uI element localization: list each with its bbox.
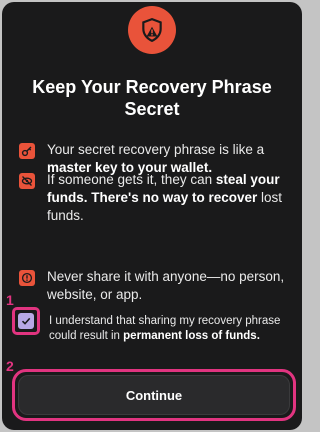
warning-item-steal-funds: If someone gets it, they can steal your … — [19, 171, 289, 225]
key-icon — [19, 143, 35, 159]
modal-title: Keep Your Recovery Phrase Secret — [32, 77, 272, 119]
continue-button-highlight: Continue — [12, 369, 296, 421]
acknowledge-label[interactable]: I understand that sharing my recovery ph… — [49, 314, 289, 343]
acknowledge-checkbox-highlight — [12, 307, 40, 335]
warning-item-never-share: Never share it with anyone—no person, we… — [19, 268, 289, 304]
eye-off-icon — [19, 173, 35, 189]
recovery-phrase-modal: Keep Your Recovery Phrase Secret Your se… — [2, 2, 302, 430]
continue-button[interactable]: Continue — [18, 375, 290, 415]
acknowledge-checkbox[interactable] — [18, 313, 34, 329]
shield-warning-icon — [128, 6, 176, 54]
warning-text: Never share it with anyone—no person, we… — [47, 269, 285, 302]
annotation-marker-2: 2 — [6, 358, 14, 374]
checkmark-icon — [21, 317, 31, 325]
annotation-marker-1: 1 — [6, 292, 14, 308]
alert-icon — [19, 270, 35, 286]
warning-text: If someone gets it, they can steal your … — [47, 172, 283, 223]
